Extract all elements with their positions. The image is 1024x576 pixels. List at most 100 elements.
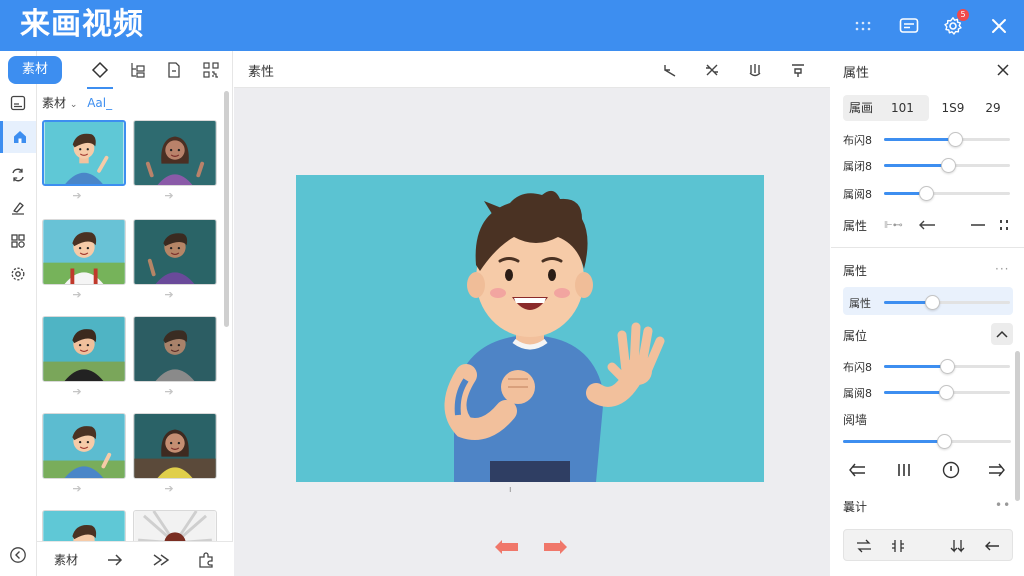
assets-filter-value: Aal_	[87, 96, 113, 110]
swap-icon[interactable]	[854, 536, 874, 556]
prev-frame-arrow-icon[interactable]	[494, 537, 520, 557]
rail-settings-icon[interactable]	[0, 258, 36, 290]
hand-tool-icon[interactable]	[744, 59, 766, 81]
rail-collapse-icon[interactable]	[7, 544, 29, 566]
thumb-arrow-icon: ➔	[164, 385, 174, 398]
asset-thumb-boy-blue-wave[interactable]	[42, 413, 126, 479]
rail-transition-icon[interactable]	[0, 159, 36, 191]
rail-components-icon[interactable]	[0, 225, 36, 257]
next-frame-arrow-icon[interactable]	[542, 537, 568, 557]
segment-item[interactable]: 1S9	[935, 95, 971, 121]
arrow-left-icon[interactable]	[982, 536, 1002, 556]
thumb-arrow-icon: ➔	[72, 482, 82, 495]
slider-knob[interactable]	[939, 385, 954, 400]
slider[interactable]	[884, 295, 1010, 310]
qr-code-icon[interactable]	[200, 59, 222, 81]
columns-icon[interactable]	[894, 460, 914, 480]
slider-knob[interactable]	[919, 186, 934, 201]
asset-thumb-girl-yellow[interactable]	[133, 413, 217, 479]
asset-thumb-girl-wave[interactable]	[133, 120, 217, 186]
asset-thumb-boy-wave[interactable]	[42, 120, 126, 186]
more-icon[interactable]: ···	[995, 262, 1009, 276]
assets-filter[interactable]: 素材 ⌄ Aal_	[42, 94, 112, 111]
skip-forward-icon[interactable]	[151, 550, 171, 570]
slider-fill	[884, 391, 946, 394]
slider-label: 属性	[849, 297, 871, 310]
attr-row-small-icon[interactable]: ⊩⊷	[884, 220, 903, 231]
slider-label: 阅墙	[843, 413, 868, 427]
properties-scrollbar[interactable]	[1015, 351, 1020, 501]
canvas-stage[interactable]	[296, 175, 764, 482]
dash-icon[interactable]	[968, 215, 988, 235]
left-tool-rail	[0, 51, 37, 576]
collapse-chevron-icon[interactable]	[991, 323, 1013, 345]
assets-panel: 素材 素材 ⌄ Aal_ ➔ ➔ ➔ ➔ ➔ ➔ ➔ ➔ 素材	[8, 51, 233, 576]
asset-thumb-boy-black-shirt[interactable]	[42, 316, 126, 382]
canvas-title: 素性	[248, 65, 275, 80]
document-icon[interactable]	[163, 59, 185, 81]
arrow-right-icon[interactable]	[105, 550, 125, 570]
assets-bottom-label: 素材	[54, 553, 79, 567]
segment-item[interactable]: 属画 101	[843, 95, 929, 121]
split-icon[interactable]	[888, 536, 908, 556]
settings-badge: 5	[957, 9, 969, 21]
close-icon[interactable]	[994, 61, 1012, 79]
slider[interactable]	[884, 359, 1010, 374]
slider-fill	[843, 440, 944, 443]
shape-diamond-icon[interactable]	[87, 59, 113, 89]
rail-subtitle-icon[interactable]	[0, 87, 36, 119]
arrow-right-out-icon[interactable]	[987, 460, 1007, 480]
crop-icon[interactable]	[701, 59, 723, 81]
thumb-arrow-icon: ➔	[164, 189, 174, 202]
slider-knob[interactable]	[948, 132, 963, 147]
settings-gear-icon[interactable]: 5	[940, 9, 969, 39]
slider-knob[interactable]	[940, 359, 955, 374]
slider[interactable]	[884, 186, 1010, 201]
arrow-left-icon[interactable]	[917, 215, 937, 235]
thumb-arrow-icon: ➔	[72, 288, 82, 301]
grid-dots-icon[interactable]	[850, 13, 876, 39]
asset-thumb-man-gray[interactable]	[133, 316, 217, 382]
folder-tree-icon[interactable]	[127, 59, 149, 81]
canvas-area: 素性 ı	[234, 51, 830, 576]
arrow-left-in-icon[interactable]	[847, 460, 867, 480]
puzzle-icon[interactable]	[196, 550, 216, 570]
attr-row-label: 属性	[843, 219, 868, 233]
undo-arrow-icon[interactable]	[659, 59, 681, 81]
rail-brush-icon[interactable]	[0, 192, 36, 224]
slider-fill	[884, 365, 947, 368]
align-icon[interactable]	[787, 59, 809, 81]
thumb-arrow-icon: ➔	[72, 385, 82, 398]
slider[interactable]	[884, 132, 1010, 147]
slider-fill	[884, 164, 948, 167]
assets-scrollbar[interactable]	[224, 91, 229, 327]
segment-item[interactable]: 29	[975, 95, 1011, 121]
sort-down-icon[interactable]	[948, 536, 968, 556]
slider[interactable]	[843, 434, 1011, 449]
segment-control: 属画 101 1S9 29	[843, 95, 1013, 121]
info-circle-icon[interactable]	[941, 460, 961, 480]
rail-home-icon[interactable]	[0, 121, 36, 153]
assets-filter-label: 素材	[42, 96, 67, 110]
canvas-toolbar: 素性	[234, 51, 830, 88]
slider-knob[interactable]	[941, 158, 956, 173]
message-icon[interactable]	[896, 13, 922, 39]
character-boy-illustration[interactable]	[296, 175, 764, 482]
close-icon[interactable]	[986, 13, 1012, 39]
asset-thumb-boy-backpack[interactable]	[42, 219, 126, 285]
dots-grid-icon[interactable]	[994, 215, 1014, 235]
chevron-down-icon: ⌄	[69, 100, 78, 110]
asset-thumb-man-wave[interactable]	[133, 219, 217, 285]
more-icon[interactable]: ••	[995, 498, 1011, 512]
slider-knob[interactable]	[925, 295, 940, 310]
divider	[831, 247, 1024, 248]
slider[interactable]	[884, 385, 1010, 400]
slider[interactable]	[884, 158, 1010, 173]
props-bottom-toolbar	[843, 529, 1013, 561]
slider-label: 属阅8	[843, 188, 872, 201]
slider-label: 属阅8	[843, 387, 872, 400]
stage-marker: ı	[509, 485, 512, 495]
assets-tab-button[interactable]: 素材	[8, 56, 62, 84]
section-title: 属性	[843, 264, 868, 278]
slider-knob[interactable]	[937, 434, 952, 449]
